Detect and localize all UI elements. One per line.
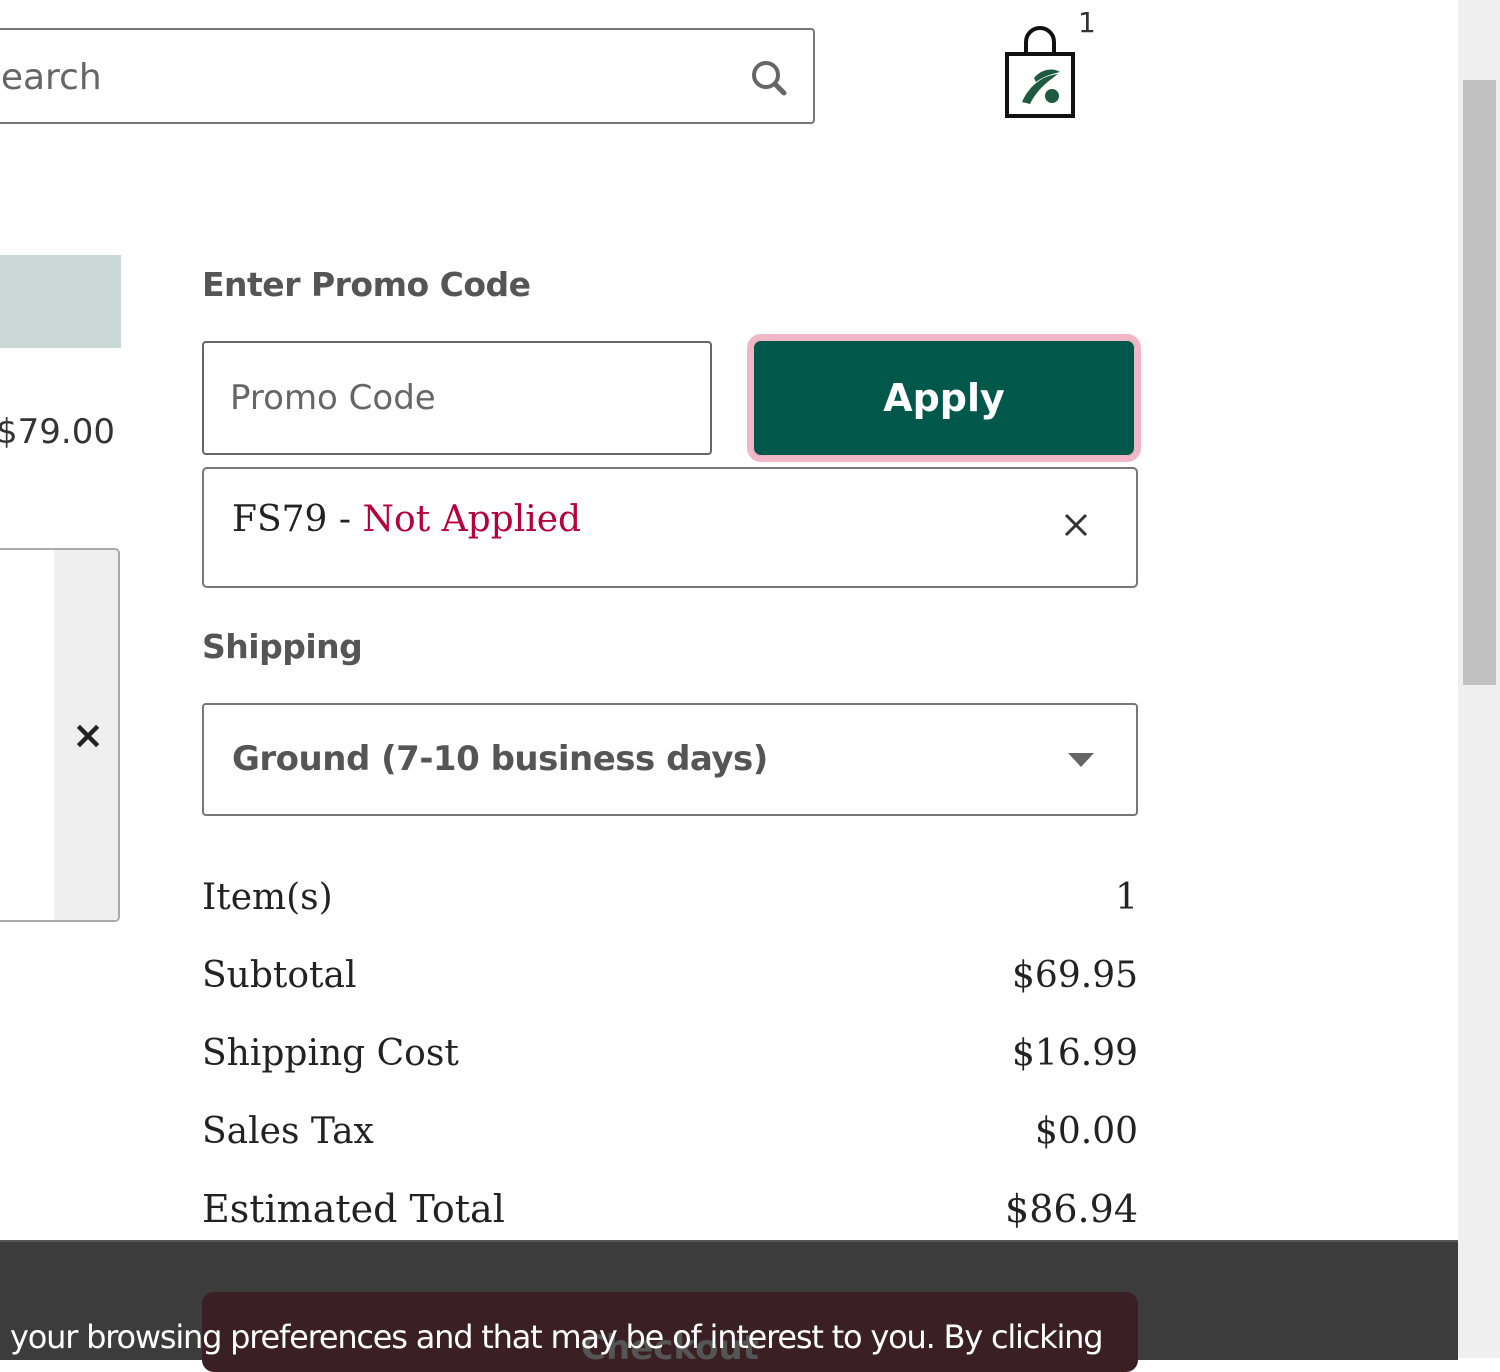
cart-count-badge: 1 bbox=[1078, 6, 1096, 39]
promo-status-label: Not Applied bbox=[362, 499, 582, 540]
promo-heading: Enter Promo Code bbox=[202, 265, 531, 304]
shopping-bag-icon bbox=[1005, 26, 1075, 118]
summary-value: 1 bbox=[1115, 876, 1138, 918]
scrollbar-thumb[interactable] bbox=[1463, 80, 1496, 685]
summary-row-estimated-total: Estimated Total $86.94 bbox=[202, 1170, 1138, 1248]
summary-label: Subtotal bbox=[202, 954, 357, 996]
remove-promo-icon[interactable] bbox=[1060, 509, 1092, 541]
summary-label: Estimated Total bbox=[202, 1187, 505, 1231]
order-summary: Item(s) 1 Subtotal $69.95 Shipping Cost … bbox=[202, 858, 1138, 1248]
summary-row-sales-tax: Sales Tax $0.00 bbox=[202, 1092, 1138, 1170]
apply-promo-button[interactable]: Apply bbox=[747, 334, 1141, 462]
applied-promo-item: FS79 - Not Applied bbox=[202, 467, 1138, 588]
page-scrollbar[interactable] bbox=[1458, 0, 1500, 1358]
promo-separator: - bbox=[327, 499, 363, 540]
summary-value: $86.94 bbox=[1005, 1187, 1138, 1231]
search-box bbox=[0, 28, 815, 124]
remove-item-button[interactable]: × bbox=[72, 716, 104, 754]
summary-label: Sales Tax bbox=[202, 1110, 374, 1152]
promo-code: FS79 bbox=[232, 499, 328, 540]
summary-row-items: Item(s) 1 bbox=[202, 858, 1138, 936]
promo-code-input[interactable] bbox=[202, 341, 712, 455]
shipping-heading: Shipping bbox=[202, 627, 363, 666]
promo-status-text: FS79 - Not Applied bbox=[232, 499, 581, 540]
shipping-method-select[interactable]: Ground (7-10 business days) bbox=[202, 703, 1138, 816]
product-price: $79.00 bbox=[0, 412, 115, 452]
summary-label: Shipping Cost bbox=[202, 1032, 459, 1074]
cookie-banner-text: your browsing preferences and that may b… bbox=[10, 1318, 1104, 1356]
summary-label: Item(s) bbox=[202, 876, 333, 918]
summary-value: $0.00 bbox=[1034, 1110, 1138, 1152]
product-image[interactable] bbox=[0, 255, 121, 348]
chevron-down-icon bbox=[1068, 753, 1094, 767]
summary-value: $16.99 bbox=[1012, 1032, 1138, 1074]
search-icon[interactable] bbox=[749, 58, 789, 98]
search-input[interactable] bbox=[0, 30, 734, 124]
cookie-consent-banner: Checkout your browsing preferences and t… bbox=[0, 1240, 1458, 1372]
summary-row-shipping-cost: Shipping Cost $16.99 bbox=[202, 1014, 1138, 1092]
shipping-selected-value: Ground (7-10 business days) bbox=[232, 739, 768, 779]
summary-value: $69.95 bbox=[1012, 954, 1138, 996]
cart-button[interactable] bbox=[1000, 22, 1080, 122]
summary-row-subtotal: Subtotal $69.95 bbox=[202, 936, 1138, 1014]
